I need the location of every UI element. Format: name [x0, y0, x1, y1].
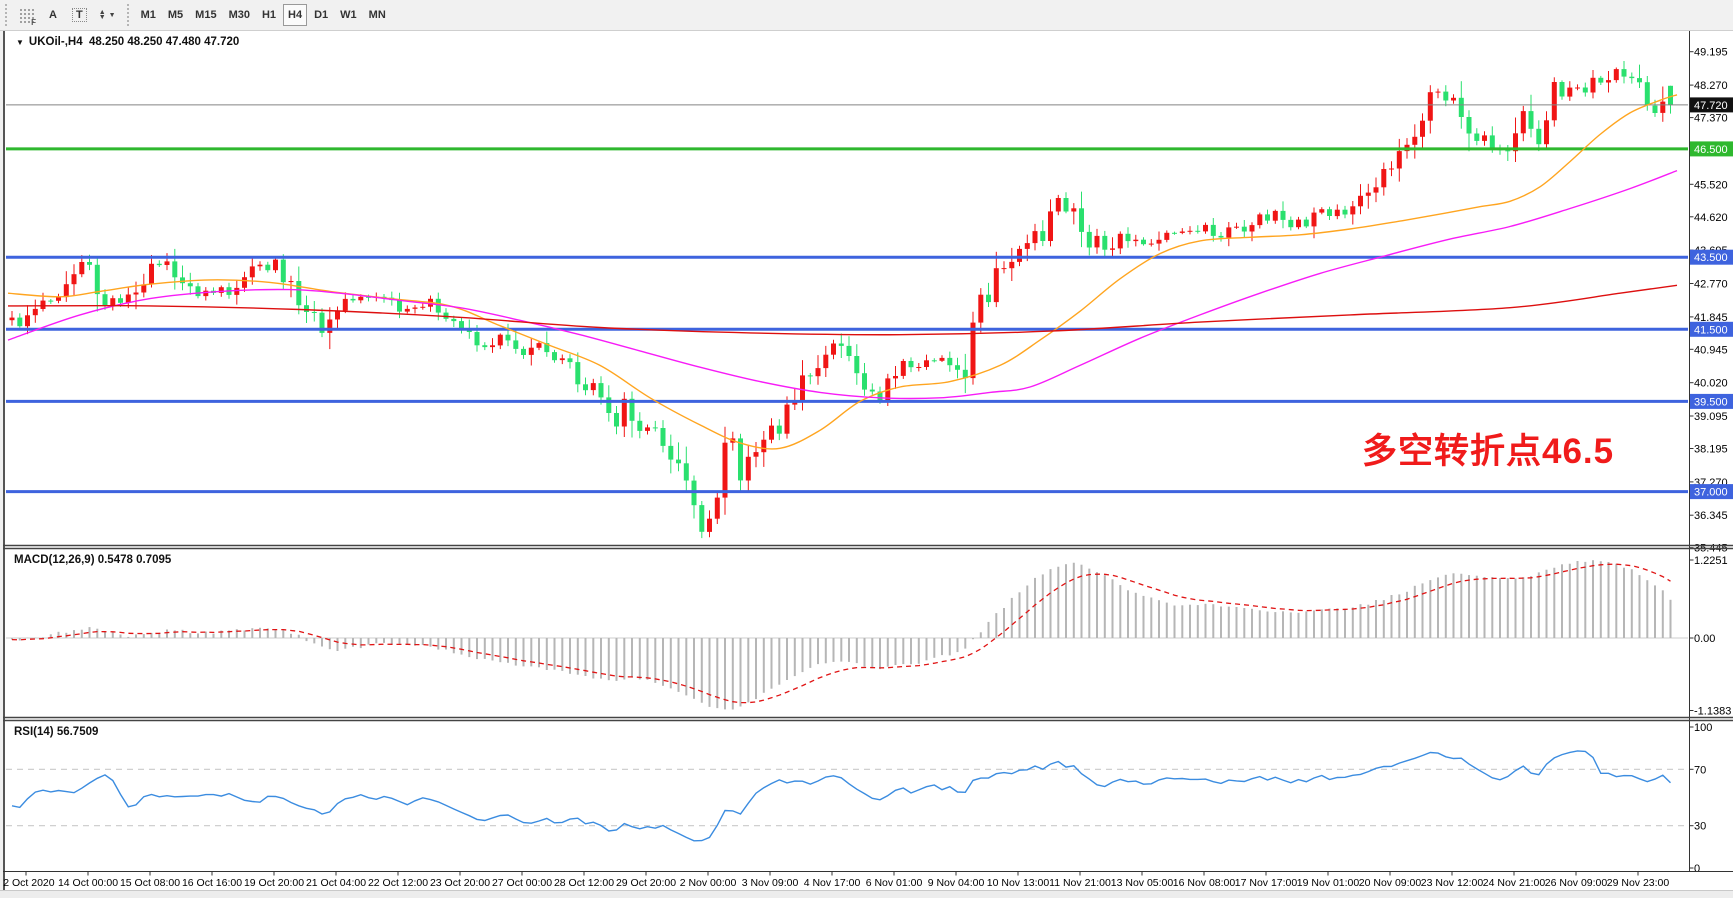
macd-pane	[6, 560, 1688, 709]
svg-text:48.270: 48.270	[1694, 80, 1728, 92]
ma-medium-magenta	[8, 171, 1677, 399]
symbol-dropdown-icon[interactable]: ▼	[16, 38, 24, 47]
svg-text:19 Nov 01:00: 19 Nov 01:00	[1297, 877, 1360, 889]
svg-text:43.500: 43.500	[1694, 252, 1728, 264]
svg-text:12 Oct 2020: 12 Oct 2020	[0, 877, 55, 889]
svg-text:27 Oct 00:00: 27 Oct 00:00	[492, 877, 552, 889]
chart-title: ▼ UKOil-,H4 48.250 48.250 47.480 47.720	[16, 36, 239, 48]
timeframe-button-h1[interactable]: H1	[257, 4, 281, 26]
svg-text:70: 70	[1694, 764, 1706, 776]
mt4-window: F A T ▲▼ ▼ M1M5M15M30H1H4D1W1MN 49.195 48…	[0, 0, 1733, 898]
svg-text:45.520: 45.520	[1694, 179, 1728, 191]
toolbar: F A T ▲▼ ▼ M1M5M15M30H1H4D1W1MN	[0, 0, 1733, 31]
svg-text:19 Oct 20:00: 19 Oct 20:00	[244, 877, 304, 889]
svg-text:3 Nov 09:00: 3 Nov 09:00	[742, 877, 799, 889]
timeframe-button-mn[interactable]: MN	[364, 4, 391, 26]
svg-text:28 Oct 12:00: 28 Oct 12:00	[554, 877, 614, 889]
svg-text:29 Nov 23:00: 29 Nov 23:00	[1607, 877, 1670, 889]
value-axis[interactable]: 49.19548.27047.37046.44545.52044.62043.6…	[1690, 31, 1732, 875]
bottom-strip	[0, 890, 1733, 898]
grid-snap-button[interactable]: F	[14, 4, 39, 26]
symbol-period-label: UKOil-,H4	[29, 36, 83, 48]
svg-text:22 Oct 12:00: 22 Oct 12:00	[368, 877, 428, 889]
macd-indicator-label: MACD(12,26,9) 0.5478 0.7095	[14, 554, 171, 566]
arrow-tool-button[interactable]: A	[41, 4, 65, 26]
svg-text:1.2251: 1.2251	[1694, 555, 1728, 567]
cycle-tool-button[interactable]: ▲▼ ▼	[94, 4, 121, 26]
svg-text:15 Oct 08:00: 15 Oct 08:00	[120, 877, 180, 889]
svg-text:24 Nov 21:00: 24 Nov 21:00	[1483, 877, 1546, 889]
svg-text:16 Nov 08:00: 16 Nov 08:00	[1173, 877, 1236, 889]
svg-text:11 Nov 21:00: 11 Nov 21:00	[1049, 877, 1111, 889]
svg-text:21 Oct 04:00: 21 Oct 04:00	[306, 877, 366, 889]
svg-text:44.620: 44.620	[1694, 212, 1728, 224]
svg-text:37.000: 37.000	[1694, 487, 1728, 499]
svg-text:6 Nov 01:00: 6 Nov 01:00	[866, 877, 923, 889]
svg-text:47.720: 47.720	[1694, 100, 1728, 112]
svg-text:49.195: 49.195	[1694, 47, 1728, 59]
timeframe-button-m5[interactable]: M5	[163, 4, 188, 26]
svg-text:13 Nov 05:00: 13 Nov 05:00	[1111, 877, 1174, 889]
svg-text:16 Oct 16:00: 16 Oct 16:00	[182, 877, 242, 889]
svg-text:38.195: 38.195	[1694, 444, 1728, 456]
timeframe-button-m30[interactable]: M30	[224, 4, 255, 26]
rsi-pane	[6, 751, 1688, 841]
cycle-arrows-icon: ▲▼	[99, 10, 106, 20]
ma-slow-red	[8, 285, 1677, 334]
svg-text:46.500: 46.500	[1694, 144, 1728, 156]
svg-text:39.095: 39.095	[1694, 411, 1728, 423]
dropdown-caret-icon: ▼	[109, 12, 116, 19]
timeframe-button-h4[interactable]: H4	[283, 4, 307, 26]
svg-text:9 Nov 04:00: 9 Nov 04:00	[928, 877, 985, 889]
grid-icon: F	[19, 8, 34, 23]
svg-text:20 Nov 09:00: 20 Nov 09:00	[1359, 877, 1422, 889]
text-tool-button[interactable]: T	[67, 4, 92, 26]
timeframe-button-group: M1M5M15M30H1H4D1W1MN	[135, 4, 392, 26]
svg-text:0: 0	[1694, 863, 1700, 875]
timeframe-button-d1[interactable]: D1	[309, 4, 333, 26]
svg-text:4 Nov 17:00: 4 Nov 17:00	[804, 877, 861, 889]
timeframe-button-m1[interactable]: M1	[136, 4, 161, 26]
svg-text:40.020: 40.020	[1694, 378, 1728, 390]
svg-text:-1.1383: -1.1383	[1694, 706, 1731, 718]
svg-text:2 Nov 00:00: 2 Nov 00:00	[680, 877, 737, 889]
svg-text:26 Nov 09:00: 26 Nov 09:00	[1545, 877, 1608, 889]
svg-text:23 Nov 12:00: 23 Nov 12:00	[1421, 877, 1484, 889]
svg-text:36.345: 36.345	[1694, 510, 1728, 522]
svg-text:17 Nov 17:00: 17 Nov 17:00	[1235, 877, 1298, 889]
toolbar-grip[interactable]	[4, 4, 9, 26]
svg-text:30: 30	[1694, 821, 1706, 833]
chinese-annotation-text: 多空转折点46.5	[1362, 423, 1614, 474]
svg-text:42.770: 42.770	[1694, 279, 1728, 291]
svg-text:0.00: 0.00	[1694, 633, 1715, 645]
time-axis[interactable]: 12 Oct 202014 Oct 00:0015 Oct 08:0016 Oc…	[0, 872, 1669, 890]
svg-text:41.500: 41.500	[1694, 324, 1728, 336]
svg-text:10 Nov 13:00: 10 Nov 13:00	[987, 877, 1050, 889]
svg-text:40.945: 40.945	[1694, 344, 1728, 356]
left-gutter	[0, 30, 3, 890]
text-box-icon: T	[72, 8, 87, 22]
toolbar-grip-2[interactable]	[126, 4, 131, 26]
svg-text:23 Oct 20:00: 23 Oct 20:00	[430, 877, 490, 889]
svg-text:14 Oct 00:00: 14 Oct 00:00	[58, 877, 118, 889]
rsi-indicator-label: RSI(14) 56.7509	[14, 726, 98, 738]
timeframe-button-m15[interactable]: M15	[190, 4, 221, 26]
svg-text:47.370: 47.370	[1694, 113, 1728, 125]
svg-text:29 Oct 20:00: 29 Oct 20:00	[616, 877, 676, 889]
timeframe-button-w1[interactable]: W1	[335, 4, 362, 26]
ohlc-values: 48.250 48.250 47.480 47.720	[89, 36, 239, 48]
svg-text:39.500: 39.500	[1694, 396, 1728, 408]
svg-text:100: 100	[1694, 722, 1712, 734]
